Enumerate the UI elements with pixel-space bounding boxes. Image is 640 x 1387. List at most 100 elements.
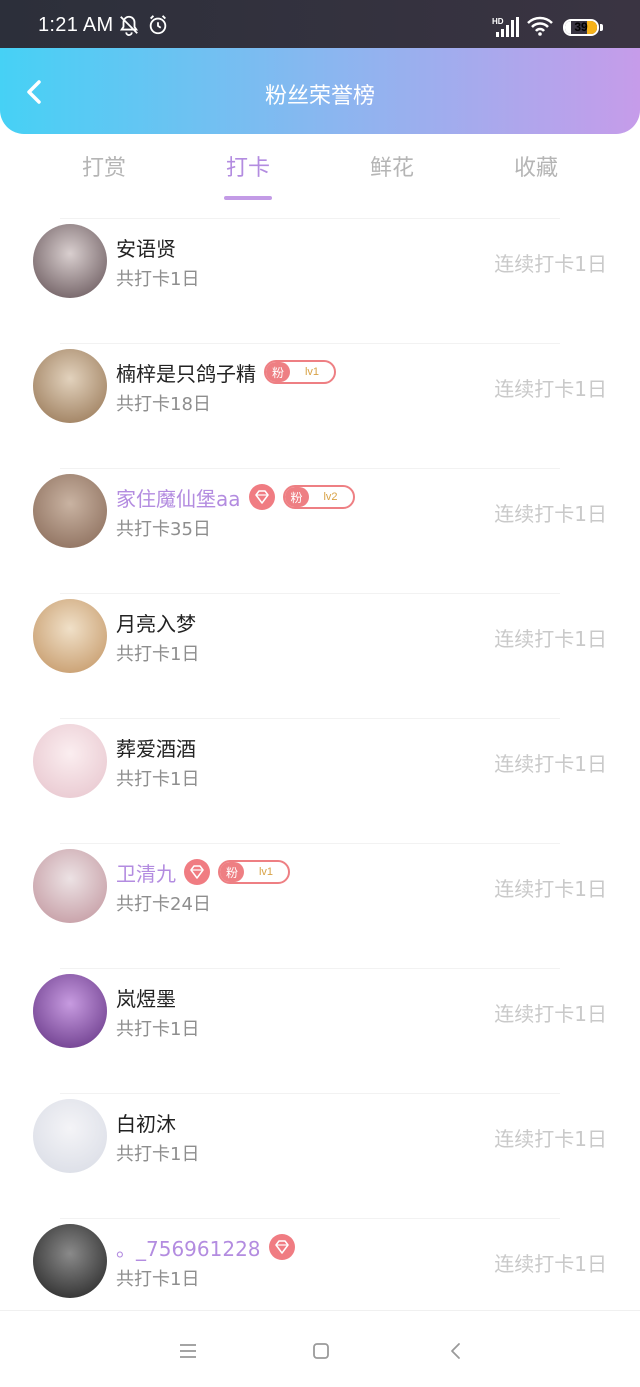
name-line: 白初沐 [116,1107,176,1137]
bell-off-icon [119,15,139,36]
tab-checkin[interactable]: 打卡 [188,150,308,200]
avatar[interactable] [33,599,107,673]
nav-back-button[interactable] [443,1339,467,1363]
fan-row[interactable]: 家住魔仙堡aa 粉 lv2 共打卡35日 连续打卡1日 [0,468,640,593]
avatar[interactable] [33,1099,107,1173]
name-line: 。_756961228 [116,1232,295,1262]
fan-badge-label: 粉 [220,862,244,882]
row-divider [60,468,560,469]
row-divider [60,968,560,969]
header-bar: 粉丝荣誉榜 [0,48,640,134]
total-checkin-count: 共打卡1日 [116,1269,200,1290]
fan-level-badge: 粉 lv1 [264,360,336,384]
row-divider [60,1093,560,1094]
fan-name[interactable]: 安语贤 [116,233,176,262]
total-checkin-count: 共打卡24日 [116,894,211,915]
row-divider [60,593,560,594]
home-button[interactable] [309,1339,333,1363]
fan-row[interactable]: 岚煜墨共打卡1日 连续打卡1日 [0,968,640,1093]
fan-level-badge: 粉 lv1 [218,860,290,884]
fan-name[interactable]: 卫清九 [116,858,176,887]
tab-favorites[interactable]: 收藏 [476,150,596,200]
diamond-icon [248,484,275,510]
row-divider [60,218,560,219]
fan-row[interactable]: 卫清九 粉 lv1 共打卡24日 连续打卡1日 [0,843,640,968]
total-checkin-count: 共打卡1日 [116,644,200,665]
fan-name[interactable]: 楠梓是只鸽子精 [116,358,256,387]
status-time: 1:21 AM [38,14,114,36]
name-line: 家住魔仙堡aa 粉 lv2 [116,482,355,512]
tab-label: 打卡 [225,156,270,181]
checkin-streak: 连续打卡1日 [494,377,607,401]
avatar[interactable] [33,224,107,298]
battery-cap [600,24,603,31]
fan-row[interactable]: 葬爱酒酒共打卡1日 连续打卡1日 [0,718,640,843]
row-divider [60,718,560,719]
row-divider [60,1218,560,1219]
battery-level: 39 [574,20,588,34]
alarm-icon [149,15,167,35]
fan-name[interactable]: 。_756961228 [116,1233,261,1262]
fan-name[interactable]: 月亮入梦 [116,608,196,637]
checkin-streak: 连续打卡1日 [494,752,607,776]
page-title: 粉丝荣誉榜 [264,84,375,109]
system-nav-bar [0,1310,640,1387]
total-checkin-count: 共打卡1日 [116,1144,200,1165]
fan-name[interactable]: 岚煜墨 [116,983,176,1012]
tab-flowers[interactable]: 鲜花 [332,150,452,200]
total-checkin-count: 共打卡18日 [116,394,211,415]
avatar[interactable] [33,724,107,798]
avatar[interactable] [33,849,107,923]
checkin-streak: 连续打卡1日 [494,1127,607,1151]
home-square-icon [313,1343,329,1359]
tab-bar: 打赏 打卡 鲜花 收藏 [0,150,640,202]
checkin-streak: 连续打卡1日 [494,1252,607,1276]
hd-signal-icon: HD [492,17,519,37]
fan-level: lv2 [323,491,338,503]
name-line: 月亮入梦 [116,607,196,637]
fan-level-badge: 粉 lv2 [282,485,355,509]
avatar[interactable] [33,349,107,423]
avatar[interactable] [33,474,107,548]
name-line: 葬爱酒酒 [116,732,196,762]
avatar[interactable] [33,974,107,1048]
diamond-icon [184,859,210,885]
fan-name[interactable]: 白初沐 [116,1108,176,1137]
fan-level: lv1 [304,366,320,378]
checkin-streak: 连续打卡1日 [494,502,607,526]
svg-text:HD: HD [492,17,504,26]
active-tab-indicator [224,196,272,200]
total-checkin-count: 共打卡1日 [116,1019,200,1040]
name-line: 楠梓是只鸽子精粉 lv1 [116,357,336,387]
fan-name[interactable]: 家住魔仙堡aa [116,483,241,512]
fan-row[interactable]: 楠梓是只鸽子精粉 lv1 共打卡18日 连续打卡1日 [0,343,640,468]
total-checkin-count: 共打卡1日 [116,269,200,290]
fan-badge-label: 粉 [266,362,290,382]
menu-icon [180,1344,196,1358]
row-divider [60,843,560,844]
back-triangle-icon [451,1343,460,1359]
total-checkin-count: 共打卡1日 [116,769,200,790]
name-line: 卫清九 粉 lv1 [116,857,290,887]
total-checkin-count: 共打卡35日 [116,519,211,540]
checkin-streak: 连续打卡1日 [494,877,607,901]
tab-tips[interactable]: 打赏 [44,150,164,200]
fan-level: lv1 [258,866,274,878]
fan-row[interactable]: 安语贤共打卡1日 连续打卡1日 [0,218,640,343]
fan-name[interactable]: 葬爱酒酒 [116,733,196,762]
fan-row[interactable]: 白初沐共打卡1日 连续打卡1日 [0,1093,640,1218]
name-line: 安语贤 [116,232,176,262]
tab-label: 打赏 [81,156,126,181]
status-bar: 1:21 AM HD 39 [0,0,640,48]
name-line: 岚煜墨 [116,982,176,1012]
battery-icon: 39 [563,19,599,36]
fan-row[interactable]: 月亮入梦 共打卡1日 连续打卡1日 [0,593,640,718]
tab-label: 鲜花 [369,156,414,181]
checkin-streak: 连续打卡1日 [494,1002,607,1026]
diamond-icon [268,1234,295,1260]
wifi-icon [527,16,553,36]
fan-badge-label: 粉 [284,487,309,507]
avatar[interactable] [33,1224,107,1298]
menu-button[interactable] [176,1339,200,1363]
checkin-streak: 连续打卡1日 [494,252,607,276]
